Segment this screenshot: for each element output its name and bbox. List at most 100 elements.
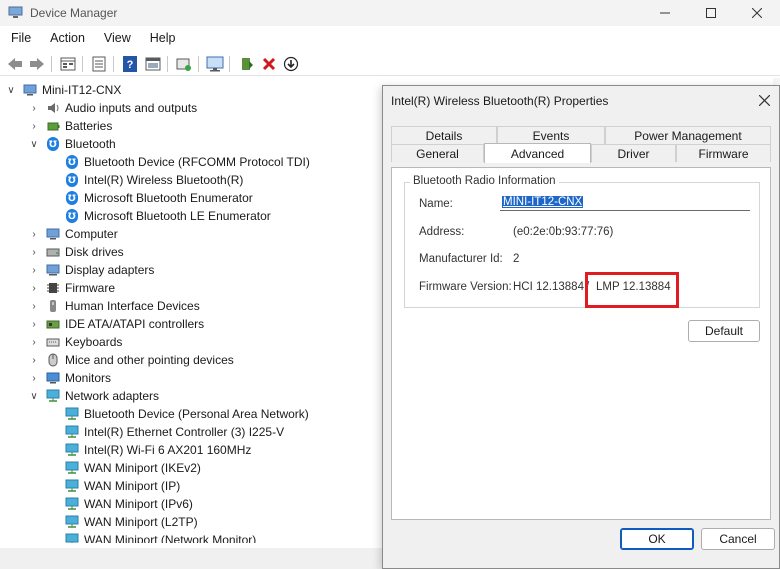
tree-item-firmware[interactable]: › Firmware — [28, 279, 115, 297]
chevron-right-icon[interactable]: › — [28, 117, 40, 135]
tree-item-label: Microsoft Bluetooth Enumerator — [84, 191, 253, 205]
chevron-right-icon[interactable]: › — [28, 261, 40, 279]
tree-root-label: Mini-IT12-CNX — [42, 83, 122, 97]
disable-button[interactable] — [281, 54, 301, 74]
tab-power-management[interactable]: Power Management — [605, 126, 771, 144]
chevron-right-icon[interactable]: › — [28, 351, 40, 369]
tree-item-bt-intel-wireless[interactable]: ℧ Intel(R) Wireless Bluetooth(R) — [65, 171, 243, 189]
bluetooth-icon: ℧ — [46, 137, 60, 151]
tree-item-label: Intel(R) Wireless Bluetooth(R) — [84, 173, 244, 187]
forward-button[interactable] — [27, 54, 47, 74]
tree-item-audio[interactable]: › Audio inputs and outputs — [28, 99, 197, 117]
tree-item-computer[interactable]: › Computer — [28, 225, 117, 243]
chevron-right-icon[interactable]: › — [28, 99, 40, 117]
firmware-icon — [46, 281, 60, 295]
tree-item-net-wan-ip[interactable]: WAN Miniport (IP) — [65, 477, 180, 495]
tree-item-batteries[interactable]: › Batteries — [28, 117, 112, 135]
tab-events[interactable]: Events — [497, 126, 605, 144]
maximize-icon — [706, 8, 716, 18]
tree-root[interactable]: ∨ Mini-IT12-CNX — [5, 81, 121, 99]
tab-driver[interactable]: Driver — [591, 144, 676, 162]
tree-item-bt-le-enumerator[interactable]: ℧ Microsoft Bluetooth LE Enumerator — [65, 207, 271, 225]
menu-help[interactable]: Help — [139, 28, 184, 50]
toolbar-separator — [51, 56, 52, 72]
tree-item-label: Bluetooth Device (Personal Area Network) — [84, 407, 309, 421]
chevron-right-icon[interactable]: › — [28, 279, 40, 297]
properties-dialog: Intel(R) Wireless Bluetooth(R) Propertie… — [382, 85, 780, 569]
tab-details[interactable]: Details — [391, 126, 497, 144]
tree-item-label: IDE ATA/ATAPI controllers — [65, 317, 205, 331]
tree-item-monitors[interactable]: › Monitors — [28, 369, 111, 387]
update-driver-icon — [242, 58, 253, 70]
tree-item-disk-drives[interactable]: › Disk drives — [28, 243, 123, 261]
tree-item-bt-rfcomm[interactable]: ℧ Bluetooth Device (RFCOMM Protocol TDI) — [65, 153, 310, 171]
chevron-down-icon[interactable]: ∨ — [5, 81, 17, 99]
tree-item-bluetooth[interactable]: ∨ ℧ Bluetooth — [28, 135, 116, 153]
tree-item-net-ethernet[interactable]: Intel(R) Ethernet Controller (3) I225-V — [65, 423, 284, 441]
network-adapter-icon — [65, 425, 79, 439]
tree-item-keyboards[interactable]: › Keyboards — [28, 333, 122, 351]
window-title: Device Manager — [30, 6, 118, 20]
show-by-type-button[interactable] — [58, 54, 78, 74]
toolbar: ? — [0, 52, 780, 76]
monitor-button[interactable] — [205, 54, 225, 74]
menu-bar: File Action View Help — [0, 28, 780, 50]
tab-general[interactable]: General — [391, 144, 484, 162]
menu-action[interactable]: Action — [39, 28, 93, 50]
tree-item-label: Batteries — [65, 119, 113, 133]
chevron-right-icon[interactable]: › — [28, 225, 40, 243]
back-button[interactable] — [5, 54, 25, 74]
menu-file[interactable]: File — [0, 28, 39, 50]
close-icon — [752, 8, 762, 18]
minimize-button[interactable] — [642, 2, 688, 24]
chevron-down-icon[interactable]: ∨ — [28, 135, 40, 153]
tree-item-label: Mice and other pointing devices — [65, 353, 234, 367]
chevron-down-icon[interactable]: ∨ — [28, 387, 40, 405]
details-button[interactable] — [89, 54, 109, 74]
advanced-tab-panel: Bluetooth Radio Information — [391, 167, 771, 520]
close-window-button[interactable] — [734, 2, 780, 24]
tree-item-hid[interactable]: › Human Interface Devices — [28, 297, 199, 315]
chevron-right-icon[interactable]: › — [28, 315, 40, 333]
tree-item-label: WAN Miniport (IPv6) — [84, 497, 193, 511]
tree-item-net-wan-l2tp[interactable]: WAN Miniport (L2TP) — [65, 513, 198, 531]
dialog-close-button[interactable] — [755, 91, 773, 109]
tree-item-net-bt-pan[interactable]: Bluetooth Device (Personal Area Network) — [65, 405, 309, 423]
tab-firmware[interactable]: Firmware — [676, 144, 771, 162]
update-driver-button[interactable] — [237, 54, 257, 74]
group-title: Bluetooth Radio Information — [410, 175, 559, 187]
tree-item-ide-controllers[interactable]: › IDE ATA/ATAPI controllers — [28, 315, 204, 333]
cancel-button[interactable]: Cancel — [701, 528, 775, 550]
network-adapter-icon — [65, 443, 79, 457]
toolbar-separator — [198, 56, 199, 72]
tree-item-net-wan-monitor[interactable]: WAN Miniport (Network Monitor) — [65, 531, 256, 543]
help-icon: ? — [123, 56, 137, 72]
address-label: Address: — [419, 226, 465, 238]
tab-advanced[interactable]: Advanced — [484, 143, 591, 163]
toolbar-separator — [82, 56, 83, 72]
help-button[interactable]: ? — [120, 54, 140, 74]
tree-item-net-wan-ikev2[interactable]: WAN Miniport (IKEv2) — [65, 459, 201, 477]
chevron-right-icon[interactable]: › — [28, 243, 40, 261]
maximize-button[interactable] — [688, 2, 734, 24]
chevron-right-icon[interactable]: › — [28, 297, 40, 315]
tree-item-net-wan-ipv6[interactable]: WAN Miniport (IPv6) — [65, 495, 193, 513]
tree-item-bt-enumerator[interactable]: ℧ Microsoft Bluetooth Enumerator — [65, 189, 253, 207]
minimize-icon — [660, 12, 670, 14]
default-button[interactable]: Default — [688, 320, 760, 342]
ok-button[interactable]: OK — [620, 528, 694, 550]
tree-item-label: WAN Miniport (IKEv2) — [84, 461, 201, 475]
tree-item-net-wifi[interactable]: Intel(R) Wi-Fi 6 AX201 160MHz — [65, 441, 251, 459]
chevron-right-icon[interactable]: › — [28, 333, 40, 351]
name-field[interactable]: MINI-IT12-CNX — [500, 193, 750, 211]
show-hidden-button[interactable] — [143, 54, 163, 74]
menu-view[interactable]: View — [93, 28, 139, 50]
scan-hardware-icon — [176, 58, 191, 71]
scan-hardware-button[interactable] — [174, 54, 194, 74]
tree-item-mice[interactable]: › Mice and other pointing devices — [28, 351, 234, 369]
horizontal-scrollbar[interactable] — [0, 548, 382, 569]
chevron-right-icon[interactable]: › — [28, 369, 40, 387]
tree-item-display-adapters[interactable]: › Display adapters — [28, 261, 154, 279]
tree-item-network-adapters[interactable]: ∨ Network adapters — [28, 387, 159, 405]
uninstall-button[interactable] — [259, 54, 279, 74]
